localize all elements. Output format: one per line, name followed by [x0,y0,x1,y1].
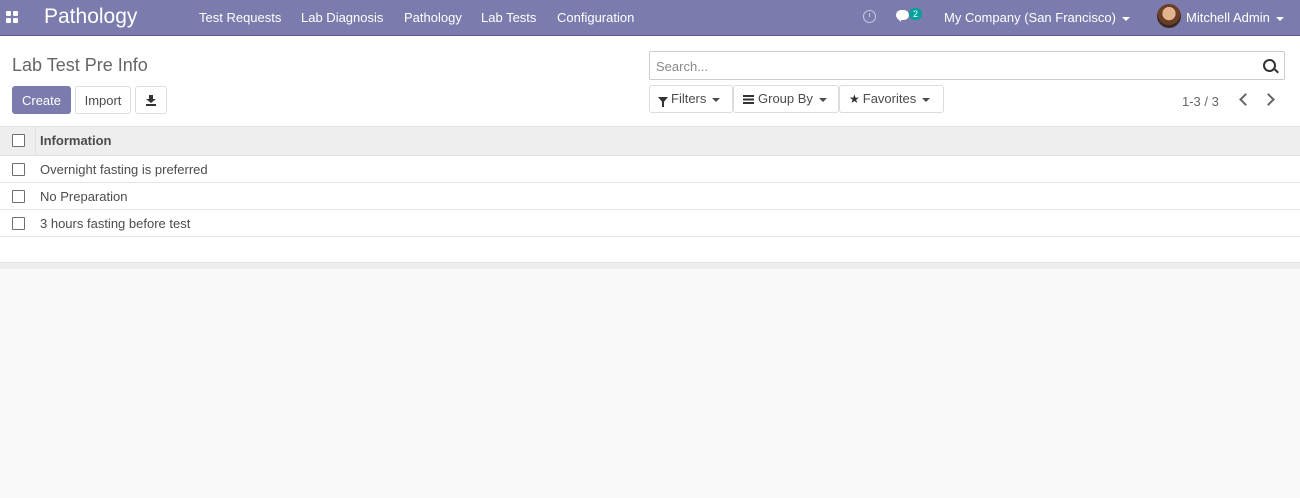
table-row[interactable]: No Preparation [0,183,1300,210]
row-checkbox[interactable] [12,190,25,203]
export-button[interactable] [135,86,167,114]
menu-lab-diagnosis[interactable]: Lab Diagnosis [301,10,383,25]
filter-icon [658,96,668,107]
row-information: No Preparation [40,189,128,204]
chat-icon[interactable] [896,10,909,22]
avatar[interactable] [1157,4,1181,28]
menu-pathology[interactable]: Pathology [404,10,462,25]
menu-test-requests[interactable]: Test Requests [199,10,281,25]
menu-configuration[interactable]: Configuration [557,10,634,25]
select-all-checkbox[interactable] [12,134,25,147]
caret-down-icon [922,97,931,102]
bars-icon [743,95,754,105]
menu-lab-tests[interactable]: Lab Tests [481,10,536,25]
app-brand[interactable]: Pathology [44,5,137,29]
table-row[interactable]: Overnight fasting is preferred [0,156,1300,183]
company-switcher[interactable]: My Company (San Francisco) [944,10,1130,25]
caret-down-icon [712,97,721,102]
user-name: Mitchell Admin [1186,10,1270,25]
activity-clock-icon[interactable] [863,10,876,23]
control-panel: Lab Test Pre Info Create Import Filters … [0,36,1300,127]
group-by-button[interactable]: Group By [733,85,839,113]
row-checkbox[interactable] [12,163,25,176]
page-title: Lab Test Pre Info [12,55,148,75]
filters-button[interactable]: Filters [649,85,733,113]
download-icon [146,94,156,106]
chevron-right-icon[interactable] [1262,93,1275,106]
row-checkbox[interactable] [12,217,25,230]
caret-down-icon [1275,16,1284,21]
table-footer [0,262,1300,269]
row-information: 3 hours fasting before test [40,216,191,231]
favorites-button[interactable]: ★ Favorites [839,85,944,113]
company-label: My Company (San Francisco) [944,10,1116,25]
top-navbar: Pathology Test Requests Lab Diagnosis Pa… [0,0,1300,36]
search-icon[interactable] [1263,59,1276,72]
import-button[interactable]: Import [75,86,131,114]
favorites-label: Favorites [862,91,917,106]
apps-menu-icon[interactable] [6,11,18,23]
search-input[interactable] [654,56,1248,76]
pager-value[interactable]: 1-3 / 3 [1182,94,1219,109]
filters-label: Filters [671,91,707,106]
group-by-label: Group By [758,91,813,106]
create-button[interactable]: Create [12,86,71,114]
caret-down-icon [818,97,827,102]
caret-down-icon [1121,16,1130,21]
table-row[interactable]: 3 hours fasting before test [0,210,1300,237]
row-information: Overnight fasting is preferred [40,162,208,177]
header-divider [35,127,36,155]
table-header: Information [0,127,1300,156]
list-view: Information Overnight fasting is preferr… [0,127,1300,269]
chevron-left-icon[interactable] [1239,93,1252,106]
star-icon: ★ [849,92,860,106]
search-box [649,51,1285,80]
column-header-information[interactable]: Information [40,133,112,148]
chat-badge: 2 [909,8,923,20]
user-menu[interactable]: Mitchell Admin [1186,10,1284,25]
